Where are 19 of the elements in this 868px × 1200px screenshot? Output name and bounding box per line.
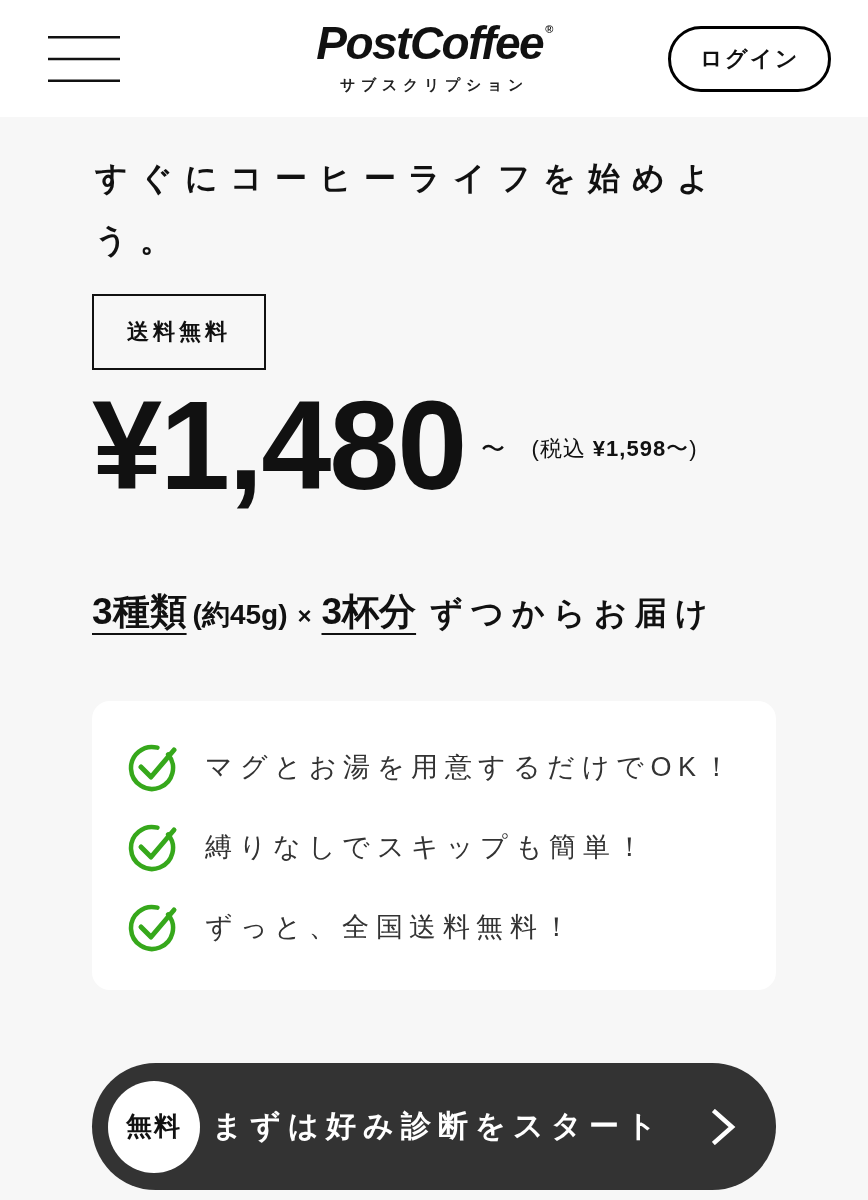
delivery-text: 3種類 (約45g) × 3杯分 ずつからお届け	[92, 590, 718, 634]
start-diagnosis-button[interactable]: 無料 まずは好み診断をスタート	[92, 1063, 776, 1190]
free-badge: 無料	[108, 1080, 200, 1173]
tax-note: (税込 ¥1,598〜)	[531, 435, 698, 463]
feature-text: マグとお湯を用意するだけでOK！	[205, 751, 736, 784]
chevron-right-icon	[712, 1108, 736, 1145]
price-text: ¥1,480	[92, 383, 466, 509]
menu-icon[interactable]	[48, 35, 120, 82]
logo-tagline: サブスクリプション	[339, 75, 529, 94]
check-circle-icon	[128, 902, 178, 952]
shipping-badge: 送料無料	[92, 294, 266, 370]
check-circle-icon	[128, 742, 178, 792]
feature-text: ずっと、全国送料無料！	[205, 911, 577, 944]
hero-heading: すぐにコーヒーライフを始めよう。	[95, 159, 723, 260]
price-suffix: 〜	[481, 434, 506, 464]
logo-wordmark[interactable]: PostCoffee$^{®}$	[316, 19, 552, 66]
check-circle-icon	[128, 822, 178, 872]
feature-text: 縛りなしでスキップも簡単！	[205, 831, 650, 864]
login-button[interactable]: ログイン	[668, 25, 831, 92]
